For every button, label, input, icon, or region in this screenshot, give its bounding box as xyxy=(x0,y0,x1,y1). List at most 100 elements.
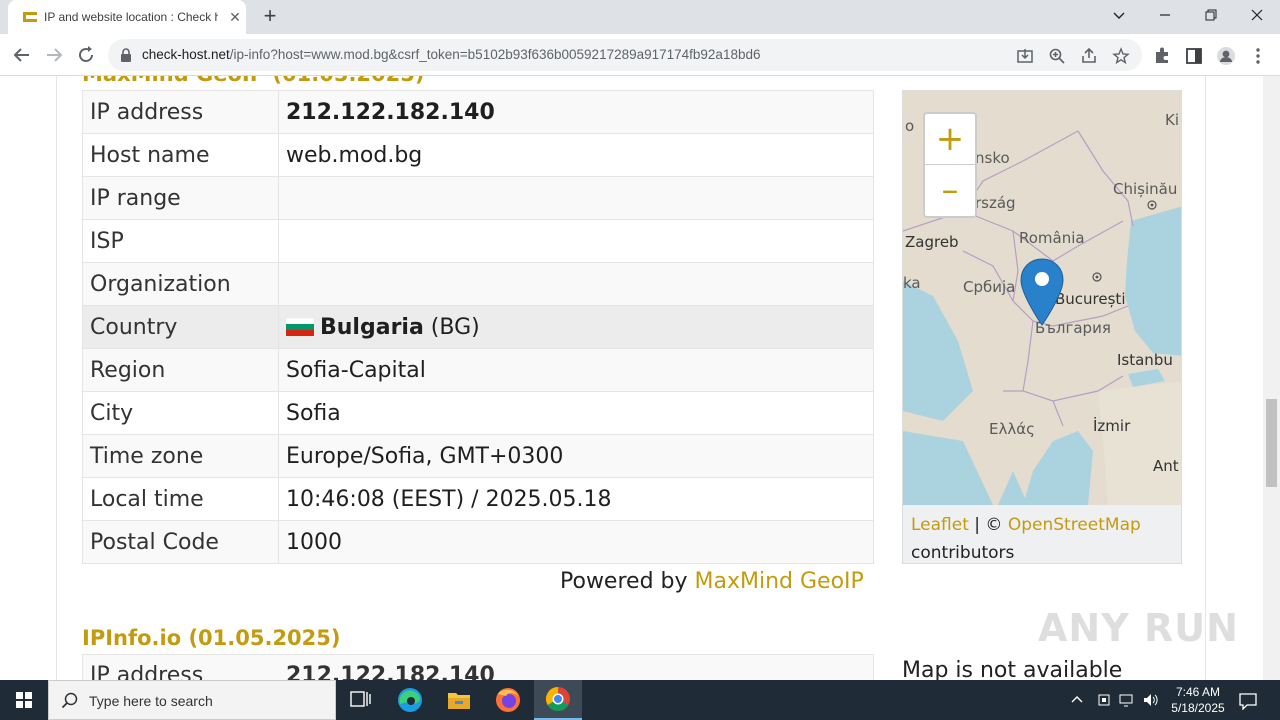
url-text[interactable]: check-host.net/ip-info?host=www.mod.bg&c… xyxy=(142,47,760,62)
row-value-cell: Bulgaria (BG) xyxy=(278,305,874,349)
browser-toolbar: check-host.net/ip-info?host=www.mod.bg&c… xyxy=(0,34,1280,76)
menu-kebab-icon[interactable] xyxy=(1248,46,1268,66)
table-row: IP range xyxy=(82,176,874,220)
windows-start-icon[interactable] xyxy=(0,680,48,720)
table-row: Local time 10:46:08 (EEST) / 2025.05.18 xyxy=(82,477,874,521)
table-row: Postal Code 1000 xyxy=(82,520,874,564)
maxmind-link[interactable]: MaxMind GeoIP xyxy=(695,569,864,594)
new-tab-button[interactable]: + xyxy=(258,4,282,28)
web-page: MaxMind GeoIP (01.05.2025) IP address 212… xyxy=(0,76,1280,680)
tray-chevron-up-icon[interactable] xyxy=(1070,692,1084,706)
anyrun-watermark: ANY RUN xyxy=(1038,606,1239,650)
country-name: Bulgaria xyxy=(320,314,424,340)
task-view-icon[interactable] xyxy=(336,680,384,720)
zoom-in-button[interactable]: + xyxy=(925,114,975,165)
bulgaria-flag-icon xyxy=(286,317,314,336)
extensions-icon[interactable] xyxy=(1152,46,1172,66)
bookmark-star-icon[interactable] xyxy=(1112,47,1130,65)
table-row: Region Sofia-Capital xyxy=(82,348,874,392)
close-window-icon[interactable] xyxy=(1234,0,1280,30)
map-zoom-control: + – xyxy=(923,112,977,218)
url-host: check-host.net xyxy=(142,47,230,62)
row-label: ISP xyxy=(82,219,279,263)
site-favicon-icon xyxy=(23,12,37,22)
map-label-izmir: İzmir xyxy=(1093,416,1131,435)
profile-avatar-icon[interactable] xyxy=(1216,46,1236,66)
taskbar-search-box[interactable]: Type here to search xyxy=(48,680,336,720)
chrome-taskbar-button[interactable] xyxy=(534,680,582,720)
map-label-zagreb: Zagreb xyxy=(905,233,959,251)
row-value: 1000 xyxy=(286,529,342,555)
row-label: Local time xyxy=(82,477,279,521)
back-icon[interactable] xyxy=(10,43,34,67)
zoom-icon[interactable] xyxy=(1048,47,1066,65)
share-icon[interactable] xyxy=(1080,47,1098,65)
row-label: City xyxy=(82,391,279,435)
row-value-cell: Sofia xyxy=(278,391,874,435)
page-scrollbar[interactable] xyxy=(1263,76,1280,680)
table-row: Organization xyxy=(82,262,874,306)
map-label-rszag: rszág xyxy=(975,194,1016,212)
search-placeholder: Type here to search xyxy=(89,693,213,709)
map-label-romania: România xyxy=(1019,229,1085,247)
restore-icon[interactable] xyxy=(1188,0,1234,30)
ipinfo-ip-value: 212.122.182.140 xyxy=(286,663,495,680)
forward-icon[interactable] xyxy=(42,43,66,67)
lock-icon[interactable] xyxy=(120,48,132,62)
table-row: Host name web.mod.bg xyxy=(82,133,874,177)
row-label: Time zone xyxy=(82,434,279,478)
location-map[interactable]: o Ki nsko Chișinău rszág Zagreb România … xyxy=(902,90,1182,564)
tab-close-icon[interactable]: ✕ xyxy=(226,8,244,26)
ipinfo-first-row: IP address 212.122.182.140 xyxy=(82,654,874,680)
row-label: Host name xyxy=(82,133,279,177)
attrib-contributors: contributors xyxy=(911,543,1015,563)
map-label-ka: ka xyxy=(903,274,921,292)
map-label-srbija: Србија xyxy=(963,278,1015,296)
ipinfo-ip-label: IP address xyxy=(90,663,204,680)
taskbar-clock[interactable]: 7:46 AM 5/18/2025 xyxy=(1160,684,1236,716)
reload-icon[interactable] xyxy=(74,43,98,67)
row-value-cell: Sofia-Capital xyxy=(278,348,874,392)
tab-search-icon[interactable] xyxy=(1096,0,1142,30)
clock-time: 7:46 AM xyxy=(1175,685,1221,699)
row-value: 212.122.182.140 xyxy=(286,99,495,125)
map-attribution: Leaflet | © OpenStreetMap contributors xyxy=(903,505,1181,563)
row-label: IP range xyxy=(82,176,279,220)
leaflet-link[interactable]: Leaflet xyxy=(911,515,969,535)
minimize-icon[interactable] xyxy=(1142,0,1188,30)
openstreetmap-link[interactable]: OpenStreetMap xyxy=(1008,515,1141,535)
row-label: Postal Code xyxy=(82,520,279,564)
browser-tab[interactable]: IP and website location : Check h ✕ xyxy=(8,0,246,34)
row-value-cell: web.mod.bg xyxy=(278,133,874,177)
volume-icon[interactable] xyxy=(1142,692,1160,708)
zoom-out-button[interactable]: – xyxy=(925,165,975,216)
install-app-icon[interactable] xyxy=(1016,47,1034,65)
notifications-icon[interactable] xyxy=(1238,692,1258,710)
chrome-icon xyxy=(545,687,570,712)
map-label-o: o xyxy=(905,117,914,135)
maxmind-info-table: IP address 212.122.182.140 Host name web.mo… xyxy=(82,90,874,564)
table-row: City Sofia xyxy=(82,391,874,435)
map-label-ellas: Ελλάς xyxy=(989,420,1035,438)
side-panel-icon[interactable] xyxy=(1184,46,1204,66)
row-value: 10:46:08 (EEST) / 2025.05.18 xyxy=(286,486,612,512)
edge-browser-icon[interactable] xyxy=(386,680,434,720)
row-value-cell xyxy=(278,219,874,263)
address-bar[interactable]: check-host.net/ip-info?host=www.mod.bg&c… xyxy=(108,39,1142,71)
row-label: Organization xyxy=(82,262,279,306)
map-label-ki: Ki xyxy=(1165,111,1179,129)
ipinfo-section-title: IPInfo.io (01.05.2025) xyxy=(82,626,341,650)
scrollbar-thumb[interactable] xyxy=(1266,399,1277,487)
url-path: /ip-info?host=www.mod.bg&csrf_token=b510… xyxy=(229,47,761,62)
row-value: web.mod.bg xyxy=(286,142,423,168)
row-value-cell: 1000 xyxy=(278,520,874,564)
map-label-bucuresti: București xyxy=(1055,290,1125,308)
row-value-cell: 10:46:08 (EEST) / 2025.05.18 xyxy=(278,477,874,521)
table-row: ISP xyxy=(82,219,874,263)
tray-device-icon[interactable] xyxy=(1096,692,1112,708)
windows-taskbar: Type here to search 7:46 AM 5/18/2025 xyxy=(0,680,1280,720)
network-icon[interactable] xyxy=(1118,692,1136,708)
firefox-icon[interactable] xyxy=(484,680,532,720)
file-explorer-icon[interactable] xyxy=(435,680,483,720)
clock-date: 5/18/2025 xyxy=(1171,701,1225,715)
